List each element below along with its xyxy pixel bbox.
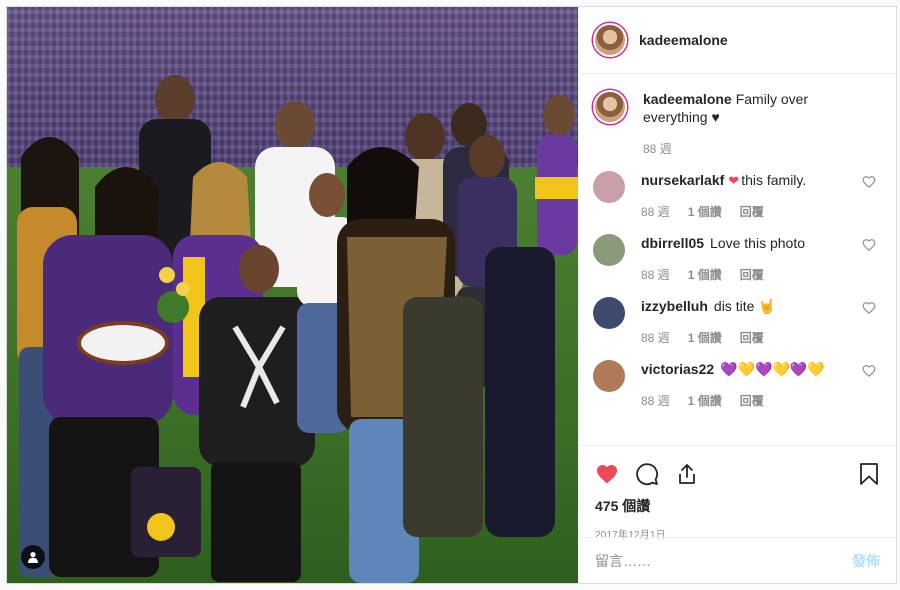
caption-text-row: kadeemalone Family over everything ♥ [643,90,856,126]
caption-meta: 88 週 [643,140,856,157]
comment-time[interactable]: 88 週 [641,392,670,409]
comment-container: nursekarlakf ❤ this family. 88 週 1 個讚 回覆 d… [593,171,882,409]
comment-input[interactable] [595,552,852,569]
avatar[interactable] [593,23,627,57]
heart-filled-icon [597,465,617,484]
comment-text: 💜💛💜💛💜💛 [720,361,825,377]
comment-item: dbirrell05 Love this photo 88 週 1 個讚 回覆 [593,234,882,283]
comment-likes[interactable]: 1 個讚 [688,266,722,283]
icon-row [595,454,880,494]
comment-text: dis tite 🤘 [713,298,776,314]
comment-item: izzybelluh dis tite 🤘 88 週 1 個讚 回覆 [593,297,882,346]
comment-meta: 88 週 1 個讚 回覆 [641,203,856,220]
comment-item: victorias22 💜💛💜💛💜💛 88 週 1 個讚 回覆 [593,360,882,409]
comment-button[interactable] [635,454,675,494]
comment-likes[interactable]: 1 個讚 [688,203,722,220]
comment-likes[interactable]: 1 個讚 [688,392,722,409]
commenter-avatar[interactable] [593,360,625,392]
comment-text-row: dbirrell05 Love this photo [641,234,856,252]
post-header: kadeemalone [579,7,896,74]
commenter-avatar[interactable] [593,234,625,266]
reply-button[interactable]: 回覆 [740,329,764,346]
reply-button[interactable]: 回覆 [740,392,764,409]
commenter-avatar[interactable] [593,171,625,203]
caption-time[interactable]: 88 週 [643,140,672,157]
post-sidebar: kadeemalone kadeemalone Family over every… [578,7,896,583]
comment-time[interactable]: 88 週 [641,203,670,220]
comment-emoji-prefix: ❤ [728,173,740,188]
comment-username[interactable]: victorias22 [641,361,714,377]
header-username[interactable]: kadeemalone [639,32,728,48]
person-icon [28,552,38,563]
comment-meta: 88 週 1 個讚 回覆 [641,329,856,346]
save-button[interactable] [840,454,880,494]
post-photo[interactable] [7,7,578,583]
likes-count[interactable]: 475 個讚 [595,496,880,516]
comment-body: nursekarlakf ❤ this family. 88 週 1 個讚 回覆 [641,171,882,220]
reply-button[interactable]: 回覆 [740,266,764,283]
caption-avatar[interactable] [593,90,627,124]
comment-likes[interactable]: 1 個讚 [688,329,722,346]
user-tag-icon[interactable] [21,545,45,569]
like-button[interactable] [595,454,635,494]
comments-list: kadeemalone Family over everything ♥ 88 週… [579,74,896,445]
comment-text: Love this photo [710,235,805,251]
comment-meta: 88 週 1 個讚 回覆 [641,392,856,409]
family-group-illustration [17,75,578,583]
comment-text-row: nursekarlakf ❤ this family. [641,171,856,189]
comment-like-heart-icon[interactable] [862,238,876,252]
comment-time[interactable]: 88 週 [641,266,670,283]
share-icon [679,464,695,484]
instagram-post: kadeemalone kadeemalone Family over every… [6,6,897,584]
comment-body: victorias22 💜💛💜💛💜💛 88 週 1 個讚 回覆 [641,360,882,409]
comment-item: nursekarlakf ❤ this family. 88 週 1 個讚 回覆 [593,171,882,220]
comment-body: dbirrell05 Love this photo 88 週 1 個讚 回覆 [641,234,882,283]
comment-meta: 88 週 1 個讚 回覆 [641,266,856,283]
caption-username[interactable]: kadeemalone [643,91,732,107]
reply-button[interactable]: 回覆 [740,203,764,220]
comment-username[interactable]: dbirrell05 [641,235,704,251]
commenter-avatar[interactable] [593,297,625,329]
comment-like-heart-icon[interactable] [862,301,876,315]
share-button[interactable] [675,454,715,494]
comment-username[interactable]: izzybelluh [641,298,708,314]
add-comment-bar: 發佈 [579,537,896,583]
comment-body: izzybelluh dis tite 🤘 88 週 1 個讚 回覆 [641,297,882,346]
comment-text-row: izzybelluh dis tite 🤘 [641,297,856,315]
comment-like-heart-icon[interactable] [862,175,876,189]
caption: kadeemalone Family over everything ♥ 88 週 [593,90,882,157]
caption-body: kadeemalone Family over everything ♥ 88 週 [643,90,882,157]
comment-icon [636,463,658,486]
comment-time[interactable]: 88 週 [641,329,670,346]
comment-text-row: victorias22 💜💛💜💛💜💛 [641,360,856,378]
action-bar: 475 個讚 2017年12月1日 [579,445,896,541]
comment-like-heart-icon[interactable] [862,364,876,378]
comment-username[interactable]: nursekarlakf [641,172,724,188]
bookmark-icon [860,463,878,485]
comment-text: this family. [741,172,807,188]
post-comment-button[interactable]: 發佈 [852,551,880,571]
